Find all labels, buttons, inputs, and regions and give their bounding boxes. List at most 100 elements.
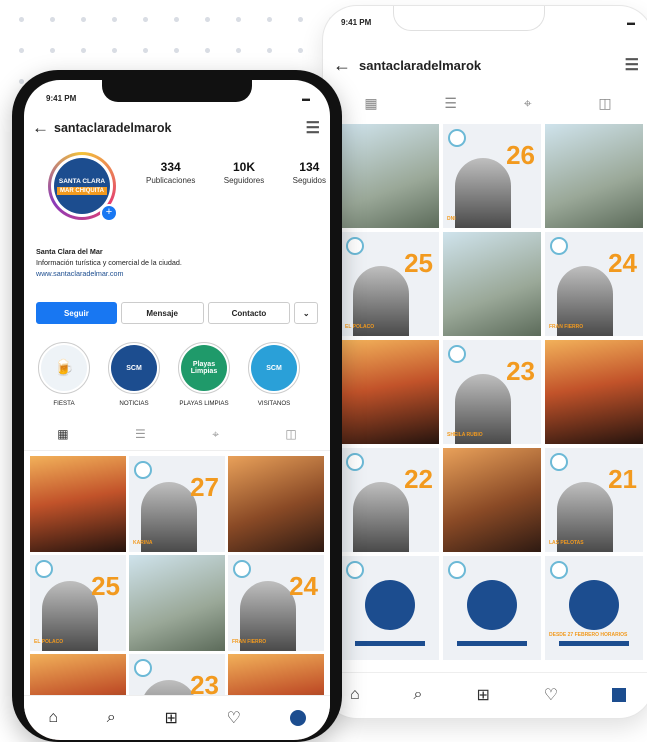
location-tab-icon[interactable]: ⌖: [212, 427, 219, 442]
date-number: 22: [404, 464, 433, 494]
follow-button[interactable]: Seguir: [36, 302, 117, 324]
stat-followers[interactable]: 10K Seguidores: [224, 160, 264, 185]
stat-posts[interactable]: 334 Publicaciones: [146, 160, 195, 185]
logo-badge-icon: [550, 453, 568, 471]
menu-icon[interactable]: ☰: [625, 55, 639, 75]
front-post-tile[interactable]: 25 EL POLACO: [30, 555, 126, 651]
back-post-tile[interactable]: 26 DNI: [443, 124, 541, 228]
bio-description: Información turística y comercial de la …: [36, 258, 182, 267]
home-icon[interactable]: ⌂: [350, 686, 360, 704]
artist-label: EL POLACO: [34, 639, 64, 645]
message-button[interactable]: Mensaje: [120, 302, 204, 324]
back-post-tile[interactable]: 25 EL POLACO: [341, 232, 439, 336]
search-icon[interactable]: ⌕: [107, 709, 116, 727]
battery-icon: ▬: [627, 18, 635, 27]
back-post-tile[interactable]: [443, 556, 541, 660]
heart-icon[interactable]: ♡: [544, 685, 558, 705]
avatar[interactable]: SANTA CLARA MAR CHIQUITA +: [48, 152, 118, 222]
username: santaclaradelmarok: [54, 121, 172, 135]
status-time: 9:41 PM: [46, 94, 77, 103]
back-post-tile[interactable]: [341, 340, 439, 444]
back-post-tile[interactable]: DESDE 27 FEBRERO HORARIOS: [545, 556, 643, 660]
logo-badge-icon: [550, 561, 568, 579]
artist-label: KARINA: [133, 540, 153, 546]
highlight-label: VISITANOS: [257, 400, 291, 407]
back-bottom-nav: ⌂ ⌕ ⊞ ♡: [323, 672, 647, 717]
logo-badge-icon: [346, 453, 364, 471]
back-arrow-icon[interactable]: ←: [333, 55, 351, 76]
add-story-icon[interactable]: +: [100, 204, 118, 222]
profile-stats: 334 Publicaciones 10K Seguidores 134 Seg…: [146, 160, 326, 185]
highlight-ring: SCM: [248, 342, 300, 394]
back-profile-tabs: ▦ ☰ ⌖ ◫: [331, 86, 645, 120]
date-number: 25: [404, 248, 433, 278]
grid-tab-icon[interactable]: ▦: [364, 95, 377, 112]
status-bar: 9:41 PM ▬: [46, 94, 310, 103]
front-post-tile[interactable]: [129, 555, 225, 651]
highlight-ring: 🍺: [38, 342, 90, 394]
bio-link[interactable]: www.santaclaradelmar.com: [36, 268, 316, 279]
search-icon[interactable]: ⌕: [414, 686, 423, 704]
artist-label: SHEILA RUBIO: [447, 432, 483, 438]
new-post-icon[interactable]: ⊞: [164, 708, 177, 728]
highlight-label: FIESTA: [53, 400, 75, 407]
date-number: 23: [506, 356, 535, 386]
front-post-tile[interactable]: [228, 456, 324, 552]
date-number: 24: [608, 248, 637, 278]
back-post-tile[interactable]: [545, 340, 643, 444]
home-icon[interactable]: ⌂: [48, 709, 58, 727]
contact-button[interactable]: Contacto: [207, 302, 291, 324]
stat-following[interactable]: 134 Seguidos: [293, 160, 326, 185]
logo-badge-icon: [233, 560, 251, 578]
profile-icon[interactable]: [289, 710, 306, 726]
back-post-tile[interactable]: 23 SHEILA RUBIO: [443, 340, 541, 444]
avatar-line2: MAR CHIQUITA: [57, 186, 107, 195]
highlight-cover: Playas Limpias: [181, 345, 227, 391]
back-arrow-icon[interactable]: ←: [32, 118, 49, 138]
heart-icon[interactable]: ♡: [227, 708, 241, 728]
profile-icon[interactable]: [612, 688, 627, 702]
back-post-tile[interactable]: 21 LAS PELOTAS: [545, 448, 643, 552]
highlight-cover: 🍺: [41, 345, 87, 391]
tagged-tab-icon[interactable]: ◫: [598, 95, 611, 112]
bottom-nav: ⌂ ⌕ ⊞ ♡: [24, 695, 330, 740]
back-username: santaclaradelmarok: [359, 57, 482, 73]
front-post-tile[interactable]: 24 FRAN FIERRO: [228, 555, 324, 651]
back-post-tile[interactable]: 24 FRAN FIERRO: [545, 232, 643, 336]
highlight-ring: Playas Limpias: [178, 342, 230, 394]
bio: Santa Clara del Mar Información turístic…: [36, 246, 316, 279]
highlight-item[interactable]: Playas Limpias PLAYAS LIMPIAS: [172, 342, 236, 407]
highlight-item[interactable]: SCM NOTICIAS: [102, 342, 166, 407]
logo-badge-icon: [35, 560, 53, 578]
highlight-item[interactable]: 🍺 FIESTA: [32, 342, 96, 407]
list-tab-icon[interactable]: ☰: [444, 95, 457, 112]
back-post-tile[interactable]: [443, 232, 541, 336]
highlight-item[interactable]: SCM VISITANOS: [242, 342, 306, 407]
more-chevron-button[interactable]: ⌄: [294, 302, 318, 324]
stat-following-label: Seguidos: [292, 176, 326, 185]
grid-tab-icon[interactable]: ▦: [57, 427, 68, 441]
promo-graphic: [467, 580, 517, 630]
new-post-icon[interactable]: ⊞: [476, 685, 489, 705]
stat-following-value: 134: [299, 160, 320, 174]
date-number: 26: [506, 140, 535, 170]
logo-badge-icon: [346, 561, 364, 579]
profile-header: ← santaclaradelmarok ☰: [32, 114, 320, 142]
logo-badge-icon: [134, 659, 152, 677]
location-tab-icon[interactable]: ⌖: [524, 95, 532, 112]
back-post-tile[interactable]: [341, 556, 439, 660]
back-post-tile[interactable]: 22: [341, 448, 439, 552]
stat-followers-label: Seguidores: [223, 176, 265, 185]
tagged-tab-icon[interactable]: ◫: [285, 427, 296, 441]
front-post-tile[interactable]: 27 KARINA: [129, 456, 225, 552]
avatar-line1: SANTA CLARA: [58, 177, 106, 185]
back-post-tile[interactable]: [443, 448, 541, 552]
back-post-tile[interactable]: [545, 124, 643, 228]
menu-icon[interactable]: ☰: [306, 118, 320, 138]
back-post-tile[interactable]: [341, 124, 439, 228]
bio-name: Santa Clara del Mar: [36, 247, 103, 256]
front-post-tile[interactable]: [30, 456, 126, 552]
promo-label: DESDE 27 FEBRERO HORARIOS: [549, 632, 628, 638]
stat-followers-value: 10K: [233, 160, 256, 174]
list-tab-icon[interactable]: ☰: [135, 427, 146, 441]
